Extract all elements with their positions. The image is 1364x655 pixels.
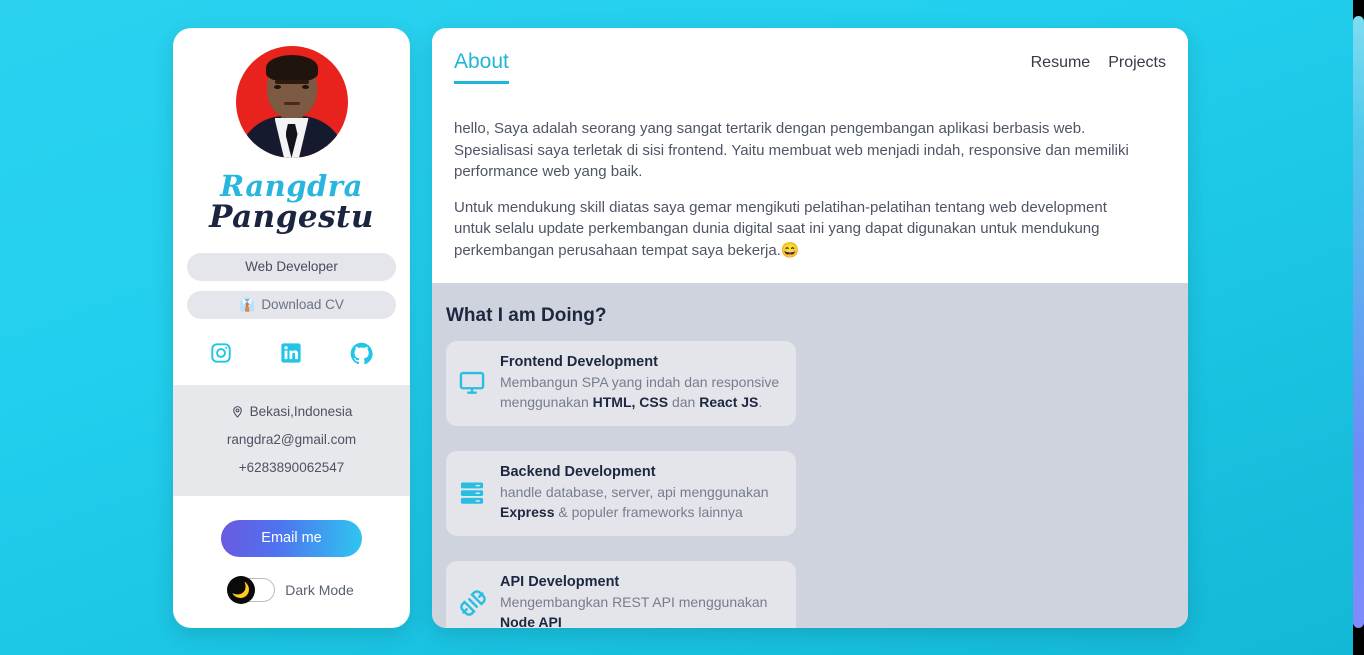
card-description: Membangun SPA yang indah dan responsive … [500, 372, 782, 412]
profile-sidebar: Rangdra Pangestu Web Developer 👔 Downloa… [173, 28, 410, 628]
avatar-eye-right [301, 85, 309, 89]
linkedin-icon[interactable] [280, 342, 302, 364]
card-body: Backend Development handle database, ser… [500, 464, 782, 522]
role-label: Web Developer [245, 259, 338, 275]
card-description: Mengembangkan REST API menggunakan Node … [500, 592, 782, 628]
social-links [210, 342, 373, 365]
phone-text: +6283890062547 [238, 459, 345, 475]
about-paragraph-1: hello, Saya adalah seorang yang sangat t… [454, 120, 1129, 180]
download-cv-button[interactable]: 👔 Download CV [187, 290, 396, 319]
avatar [235, 46, 348, 158]
location-text: Bekasi,Indonesia [249, 403, 353, 419]
what-i-am-doing-section: What I am Doing? Frontend Development Me… [432, 283, 1188, 628]
card-description: handle database, server, api menggunakan… [500, 482, 782, 522]
desc-mid: & populer frameworks lainnya [554, 504, 743, 520]
card-title: API Development [500, 574, 620, 590]
desc-bold-1: Express [500, 504, 555, 520]
email-me-button[interactable]: Email me [221, 519, 362, 557]
necktie-icon: 👔 [239, 296, 256, 312]
plug-connection-icon [458, 588, 488, 618]
github-icon[interactable] [350, 342, 373, 365]
dark-mode-row: 🌙 Dark Mode [227, 575, 354, 604]
desc-mid: dan [668, 394, 700, 410]
section-title: What I am Doing? [446, 305, 607, 326]
card-api-development[interactable]: API Development Mengembangkan REST API m… [446, 561, 796, 628]
desc-prefix: Mengembangkan REST API menggunakan [500, 594, 768, 610]
nav-links: Resume Projects [1031, 50, 1166, 72]
tab-projects[interactable]: Projects [1108, 54, 1166, 72]
email-text: rangdra2@gmail.com [226, 431, 357, 447]
desc-bold-1: Node API [500, 614, 562, 628]
card-frontend-development[interactable]: Frontend Development Membangun SPA yang … [446, 341, 796, 426]
desc-bold-2: React JS [699, 394, 759, 410]
avatar-hair [265, 55, 318, 81]
desc-suffix: . [758, 394, 763, 410]
avatar-eye-left [273, 85, 281, 89]
server-icon [458, 479, 488, 507]
desc-prefix: handle database, server, api menggunakan [500, 484, 769, 500]
card-backend-development[interactable]: Backend Development handle database, ser… [446, 451, 796, 536]
moon-icon: 🌙 [227, 575, 256, 604]
tab-about[interactable]: About [454, 50, 509, 84]
service-cards: Frontend Development Membangun SPA yang … [446, 341, 1166, 628]
download-cv-label: Download CV [261, 297, 344, 313]
desc-bold-1: HTML, CSS [592, 394, 669, 410]
profile-name: Rangdra Pangestu [209, 169, 374, 236]
avatar-brow [274, 80, 309, 84]
card-body: Frontend Development Membangun SPA yang … [500, 354, 782, 412]
page-root: Rangdra Pangestu Web Developer 👔 Downloa… [0, 0, 1364, 655]
profile-first-name: Rangdra [220, 169, 363, 203]
card-body: API Development Mengembangkan REST API m… [500, 574, 782, 628]
avatar-mouth [283, 102, 300, 105]
about-paragraph-2: Untuk mendukung skill diatas saya gemar … [454, 198, 1107, 259]
vertical-scrollbar-track[interactable] [1353, 0, 1364, 655]
profile-last-name: Pangestu [209, 199, 374, 236]
contact-email[interactable]: rangdra2@gmail.com [173, 426, 410, 454]
dark-mode-label: Dark Mode [285, 581, 354, 598]
about-content: hello, Saya adalah seorang yang sangat t… [432, 90, 1188, 283]
instagram-icon[interactable] [210, 342, 232, 364]
tab-resume[interactable]: Resume [1031, 54, 1091, 72]
main-panel: About Resume Projects hello, Saya adalah… [432, 28, 1188, 628]
contact-location: Bekasi,Indonesia [173, 398, 410, 426]
card-title: Frontend Development [500, 354, 658, 370]
contact-info: Bekasi,Indonesia rangdra2@gmail.com +628… [173, 384, 410, 496]
contact-phone[interactable]: +6283890062547 [173, 454, 410, 482]
card-title: Backend Development [500, 464, 656, 480]
vertical-scrollbar-thumb[interactable] [1353, 16, 1364, 628]
map-pin-icon [232, 406, 242, 418]
role-badge: Web Developer [187, 252, 396, 281]
top-navigation: About Resume Projects [432, 28, 1188, 90]
dark-mode-toggle[interactable]: 🌙 [227, 575, 276, 604]
monitor-icon [458, 369, 488, 397]
